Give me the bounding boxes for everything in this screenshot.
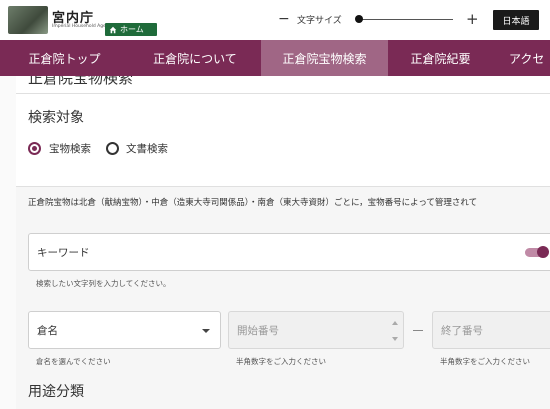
radio-treasure-search-label[interactable]: 宝物検索 — [49, 141, 91, 156]
nav-item-access[interactable]: アクセ — [493, 40, 550, 76]
font-size-decrease-button[interactable]: − — [278, 11, 290, 27]
chevron-down-icon — [202, 329, 210, 333]
keyword-toggle-knob[interactable] — [537, 246, 549, 258]
font-size-slider[interactable] — [357, 19, 453, 20]
end-number-placeholder: 終了番号 — [441, 325, 483, 337]
start-number-input[interactable]: 開始番号 — [228, 311, 404, 349]
site-header: 宮内庁 Imperial Household Agency ホーム − 文字サイ… — [0, 0, 550, 40]
start-number-hint: 半角数字をご入力ください — [236, 357, 326, 366]
home-button[interactable]: ホーム — [105, 23, 157, 36]
nav-item-treasure-search[interactable]: 正倉院宝物検索 — [261, 40, 388, 76]
storehouse-select[interactable]: 倉名 — [28, 311, 221, 349]
usage-category-title: 用途分類 — [28, 384, 84, 400]
end-number-input[interactable]: 終了番号 — [432, 311, 550, 349]
font-size-slider-handle[interactable] — [355, 15, 363, 23]
range-dash — [413, 330, 423, 331]
start-number-placeholder: 開始番号 — [237, 325, 279, 337]
storehouse-select-label: 倉名 — [37, 325, 58, 337]
divider — [16, 93, 550, 94]
nav-item-shosoin-top[interactable]: 正倉院トップ — [0, 40, 129, 76]
page-title: 正倉院宝物検索 — [28, 76, 134, 87]
intro-text: 正倉院宝物は北倉（献納宝物）・中倉（造東大寺司関係品）・南倉（東大寺資財）ごとに… — [28, 198, 478, 208]
home-label: ホーム — [120, 25, 144, 34]
language-button[interactable]: 日本語 — [493, 10, 539, 30]
main-nav: 正倉院トップ 正倉院について 正倉院宝物検索 正倉院紀要 アクセ — [0, 40, 550, 76]
font-size-increase-button[interactable]: + — [466, 10, 479, 28]
nav-item-bulletin[interactable]: 正倉院紀要 — [388, 40, 493, 76]
search-form-panel: 正倉院宝物は北倉（献納宝物）・中倉（造東大寺司関係品）・南倉（東大寺資財）ごとに… — [16, 186, 550, 409]
keyword-field-label: キーワード — [37, 247, 90, 259]
home-icon — [109, 26, 117, 33]
search-target-title: 検索対象 — [28, 110, 84, 126]
logo-image[interactable] — [8, 6, 48, 34]
storehouse-hint: 倉名を選んでください — [36, 357, 111, 366]
radio-treasure-search[interactable] — [28, 142, 41, 155]
radio-document-search[interactable] — [106, 142, 119, 155]
main-content: 正倉院宝物検索 検索対象 宝物検索 文書検索 正倉院宝物は北倉（献納宝物）・中倉… — [16, 76, 550, 409]
increment-icon[interactable] — [392, 321, 398, 325]
keyword-field[interactable]: キーワード — [28, 233, 550, 271]
radio-document-search-label[interactable]: 文書検索 — [126, 141, 168, 156]
font-size-label: 文字サイズ — [297, 16, 342, 26]
decrement-icon[interactable] — [392, 337, 398, 341]
end-number-hint: 半角数字をご入力ください — [440, 357, 530, 366]
nav-item-about[interactable]: 正倉院について — [129, 40, 261, 76]
keyword-hint: 検索したい文字列を入力してください。 — [36, 279, 171, 288]
